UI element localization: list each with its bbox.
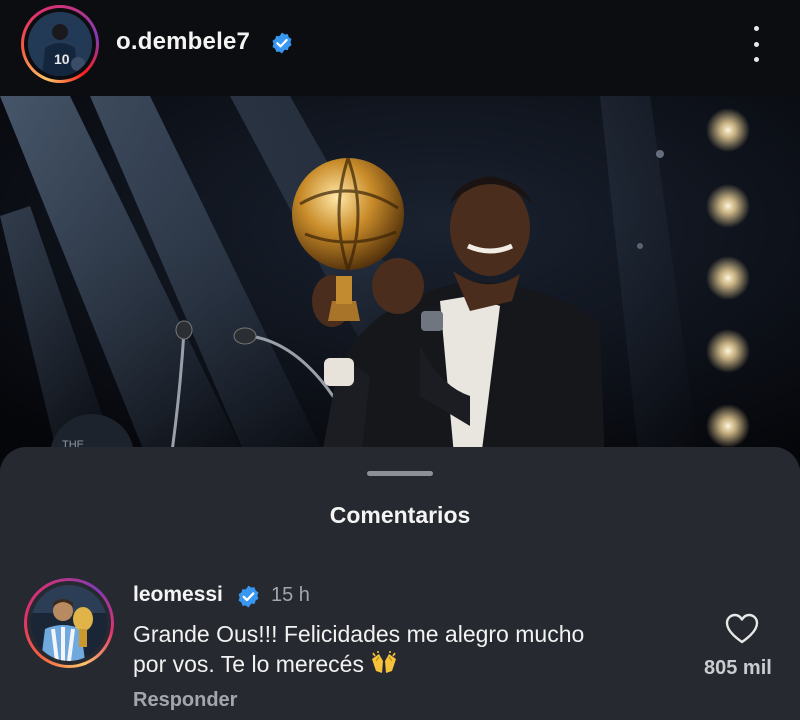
commenter-avatar-image <box>31 585 107 661</box>
author-avatar-image: 10 <box>28 12 92 76</box>
heart-outline-icon[interactable] <box>725 613 759 645</box>
svg-text:10: 10 <box>54 51 70 67</box>
raising-hands-emoji-icon <box>372 651 397 673</box>
more-options-icon[interactable] <box>744 26 768 62</box>
comment-text-line-2: por vos. Te lo merecés <box>133 649 673 679</box>
reply-button[interactable]: Responder <box>133 689 237 712</box>
comment-timestamp: 15 h <box>271 584 310 606</box>
comment-text: Grande Ous!!! Felicidades me alegro much… <box>133 619 673 679</box>
comment-text-line-1: Grande Ous!!! Felicidades me alegro much… <box>133 621 585 647</box>
comment-text-line-2-words: por vos. Te lo merecés <box>133 651 364 677</box>
comments-sheet: Comentarios leomessi 15 h Grande Ous!!! … <box>0 447 800 720</box>
author-avatar[interactable]: 10 <box>21 5 99 83</box>
commenter-verified-badge-icon <box>238 585 259 608</box>
author-username[interactable]: o.dembele7 <box>116 28 250 56</box>
sheet-drag-handle[interactable] <box>367 471 433 476</box>
verified-badge-icon <box>272 32 292 54</box>
post-image[interactable]: THE <box>0 96 800 466</box>
post-header: 10 o.dembele7 <box>0 0 800 96</box>
commenter-avatar[interactable] <box>24 578 114 668</box>
comments-title: Comentarios <box>329 502 471 528</box>
like-count: 805 mil <box>704 657 772 679</box>
commenter-username[interactable]: leomessi <box>133 583 223 607</box>
